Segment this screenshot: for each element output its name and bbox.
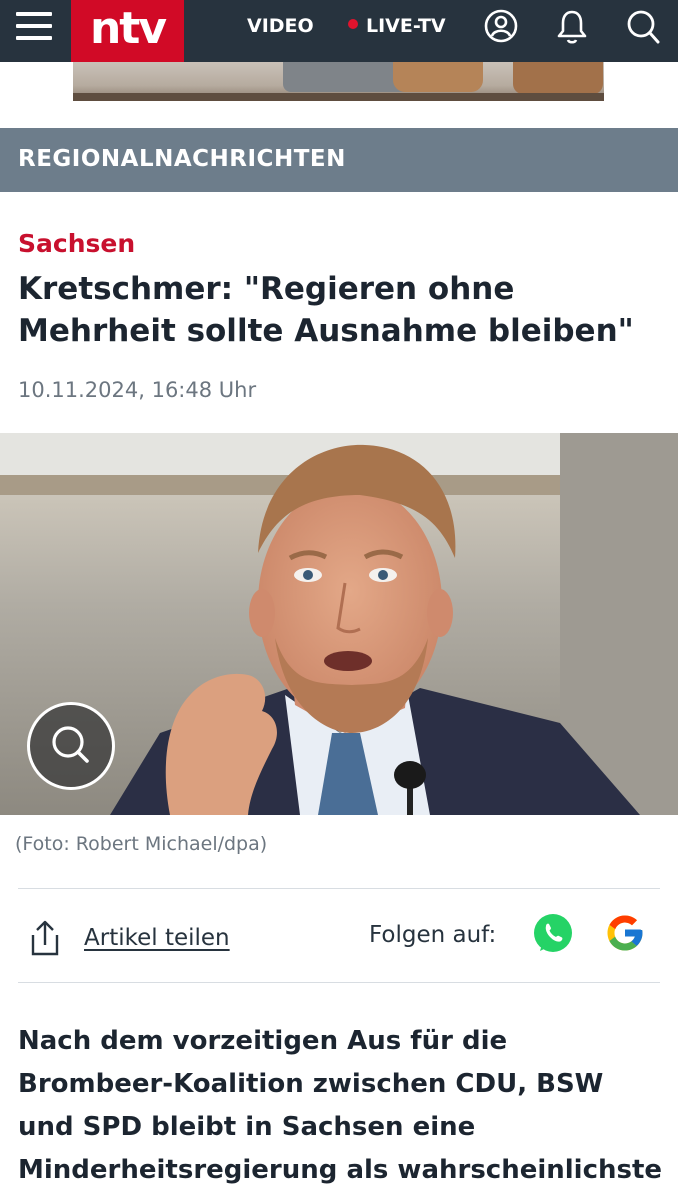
nav-live-tv-link[interactable]: LIVE-TV bbox=[348, 15, 446, 37]
ntv-logo[interactable]: ntv bbox=[71, 0, 184, 62]
nav-live-tv-label: LIVE-TV bbox=[366, 15, 446, 37]
article-lead: Nach dem vorzeitigen Aus für die Brombee… bbox=[18, 1026, 663, 1200]
share-article-button[interactable]: Artikel teilen bbox=[28, 916, 230, 960]
top-navigation-bar: ntv VIDEO LIVE-TV bbox=[0, 0, 678, 62]
nav-video-link[interactable]: VIDEO bbox=[247, 15, 314, 37]
follow-label: Folgen auf: bbox=[369, 922, 497, 948]
user-icon[interactable] bbox=[484, 9, 518, 43]
article-date: 10.11.2024, 16:48 Uhr bbox=[18, 378, 257, 402]
bell-icon[interactable] bbox=[555, 9, 589, 44]
whatsapp-icon[interactable] bbox=[532, 913, 574, 955]
photo-caption: (Foto: Robert Michael/dpa) bbox=[15, 833, 268, 855]
advertisement-banner[interactable] bbox=[73, 62, 604, 101]
google-icon[interactable] bbox=[604, 912, 646, 954]
divider-top bbox=[18, 888, 660, 889]
ad-table-shape bbox=[73, 93, 604, 101]
live-indicator-dot bbox=[348, 19, 358, 29]
article-headline: Kretschmer: "Regieren ohne Mehrheit soll… bbox=[18, 271, 634, 349]
ad-arm-shape bbox=[393, 62, 483, 92]
ad-arm-shape bbox=[513, 62, 603, 94]
zoom-icon bbox=[52, 726, 89, 763]
article-kicker[interactable]: Sachsen bbox=[18, 229, 135, 258]
section-header-bar: REGIONALNACHRICHTEN bbox=[0, 128, 678, 192]
photo-zoom-button[interactable] bbox=[27, 702, 115, 790]
section-label[interactable]: REGIONALNACHRICHTEN bbox=[18, 146, 346, 172]
divider-bottom bbox=[18, 982, 660, 983]
share-label: Artikel teilen bbox=[84, 925, 230, 951]
share-icon bbox=[31, 920, 59, 956]
search-icon[interactable] bbox=[626, 9, 660, 44]
menu-icon[interactable] bbox=[16, 10, 54, 46]
